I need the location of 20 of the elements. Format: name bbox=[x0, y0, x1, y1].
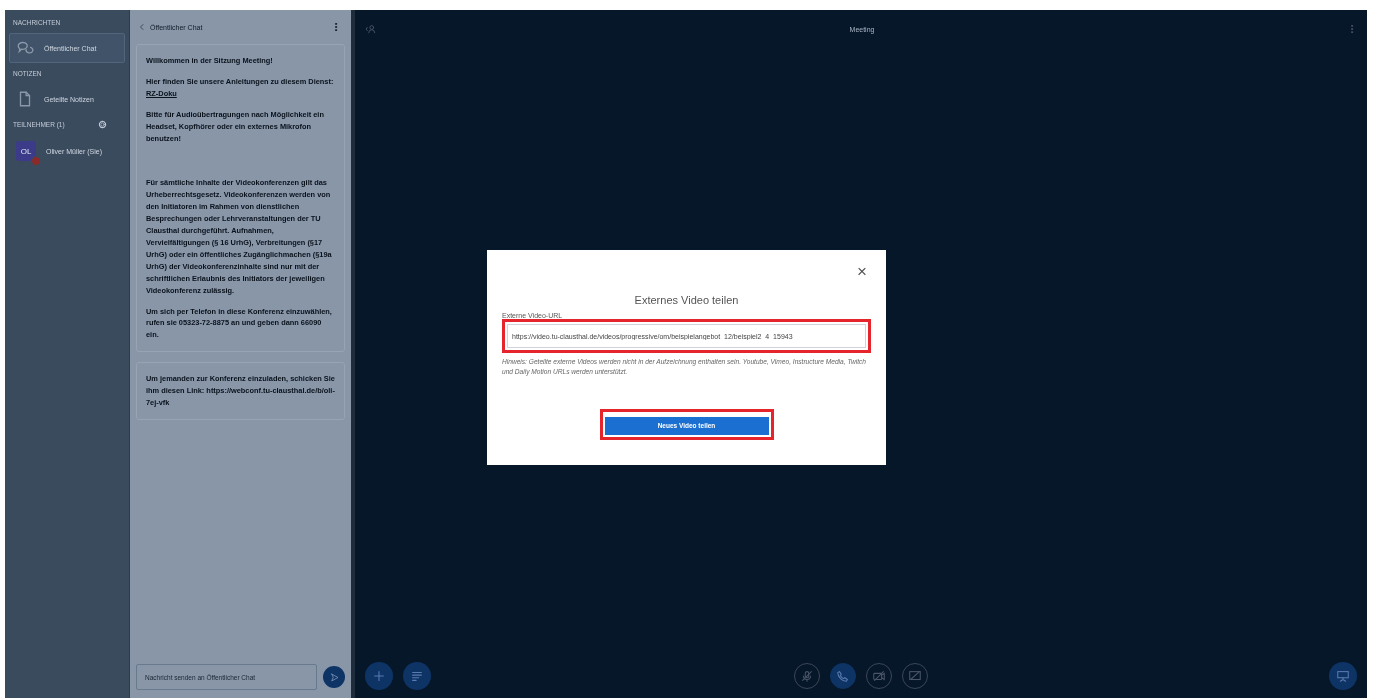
camera-off-icon bbox=[872, 669, 886, 683]
send-icon bbox=[328, 671, 340, 683]
gear-icon bbox=[98, 120, 107, 129]
presentation-icon bbox=[1336, 669, 1350, 683]
send-button[interactable] bbox=[323, 666, 345, 688]
user-toggle-icon bbox=[365, 23, 377, 35]
back-chevron-icon bbox=[138, 23, 146, 31]
dialog-title: Externes Video teilen bbox=[633, 294, 740, 306]
presentation-button[interactable] bbox=[1329, 662, 1357, 690]
muted-microphone-icon bbox=[800, 669, 814, 683]
muted-badge bbox=[31, 156, 41, 166]
phone-button[interactable] bbox=[830, 663, 856, 689]
poll-button[interactable] bbox=[403, 662, 431, 690]
lines-icon bbox=[410, 669, 424, 683]
screen-share-off-icon bbox=[908, 669, 922, 683]
plus-icon bbox=[372, 669, 386, 683]
add-button[interactable] bbox=[365, 662, 393, 690]
close-button[interactable]: × bbox=[857, 264, 867, 280]
phone-icon bbox=[836, 669, 850, 683]
chat-bubbles-icon bbox=[16, 39, 34, 57]
